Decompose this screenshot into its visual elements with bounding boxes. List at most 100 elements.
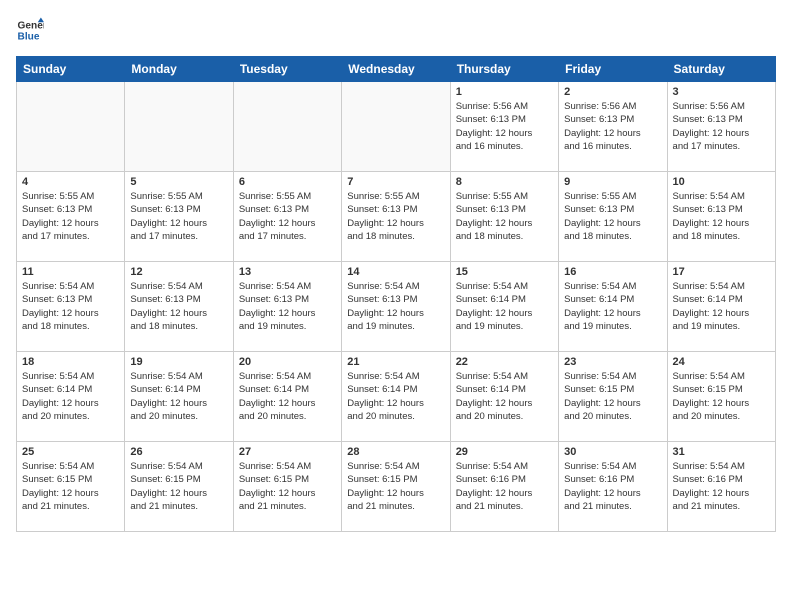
day-info: Sunrise: 5:55 AM Sunset: 6:13 PM Dayligh… (239, 190, 336, 243)
day-number: 9 (564, 176, 661, 188)
day-number: 6 (239, 176, 336, 188)
calendar-day: 6 Sunrise: 5:55 AM Sunset: 6:13 PM Daylig… (233, 172, 341, 262)
day-info: Sunrise: 5:54 AM Sunset: 6:13 PM Dayligh… (130, 280, 227, 333)
svg-text:Blue: Blue (18, 31, 40, 42)
day-info: Sunrise: 5:54 AM Sunset: 6:14 PM Dayligh… (347, 370, 444, 423)
calendar-day: 2Sunrise: 5:56 AM Sunset: 6:13 PM Daylig… (559, 82, 667, 172)
calendar-day: 22Sunrise: 5:54 AM Sunset: 6:14 PM Dayli… (450, 352, 558, 442)
calendar-week-5: 25 Sunrise: 5:54 AM Sunset: 6:15 PM Dayli… (17, 442, 776, 532)
day-number: 11 (22, 266, 119, 278)
day-info: Sunrise: 5:54 AM Sunset: 6:14 PM Dayligh… (673, 280, 770, 333)
day-info: Sunrise: 5:55 AM Sunset: 6:13 PM Dayligh… (130, 190, 227, 243)
day-number: 25 (22, 446, 119, 458)
calendar-day: 30Sunrise: 5:54 AM Sunset: 6:16 PM Dayli… (559, 442, 667, 532)
day-info: Sunrise: 5:55 AM Sunset: 6:13 PM Dayligh… (22, 190, 119, 243)
calendar-header-saturday: Saturday (667, 57, 775, 82)
day-number: 17 (673, 266, 770, 278)
day-info: Sunrise: 5:54 AM Sunset: 6:14 PM Dayligh… (22, 370, 119, 423)
day-info: Sunrise: 5:56 AM Sunset: 6:13 PM Dayligh… (673, 100, 770, 153)
day-number: 13 (239, 266, 336, 278)
day-info: Sunrise: 5:54 AM Sunset: 6:14 PM Dayligh… (564, 280, 661, 333)
day-number: 26 (130, 446, 227, 458)
day-number: 4 (22, 176, 119, 188)
day-number: 19 (130, 356, 227, 368)
calendar-week-1: 1 Sunrise: 5:56 AM Sunset: 6:13 PM Daylig… (17, 82, 776, 172)
calendar-day: 8 Sunrise: 5:55 AM Sunset: 6:13 PM Daylig… (450, 172, 558, 262)
day-number: 5 (130, 176, 227, 188)
calendar-day: 5 Sunrise: 5:55 AM Sunset: 6:13 PM Daylig… (125, 172, 233, 262)
day-number: 27 (239, 446, 336, 458)
day-info: Sunrise: 5:54 AM Sunset: 6:16 PM Dayligh… (456, 460, 553, 513)
calendar-day: 14Sunrise: 5:54 AM Sunset: 6:13 PM Dayli… (342, 262, 450, 352)
day-number: 24 (673, 356, 770, 368)
day-number: 28 (347, 446, 444, 458)
calendar-day: 21 Sunrise: 5:54 AM Sunset: 6:14 PM Dayli… (342, 352, 450, 442)
calendar-day (17, 82, 125, 172)
calendar-day (233, 82, 341, 172)
day-info: Sunrise: 5:54 AM Sunset: 6:15 PM Dayligh… (564, 370, 661, 423)
day-number: 14 (347, 266, 444, 278)
calendar-day: 11 Sunrise: 5:54 AM Sunset: 6:13 PM Dayli… (17, 262, 125, 352)
day-info: Sunrise: 5:55 AM Sunset: 6:13 PM Dayligh… (564, 190, 661, 243)
day-info: Sunrise: 5:54 AM Sunset: 6:13 PM Dayligh… (673, 190, 770, 243)
day-number: 7 (347, 176, 444, 188)
day-info: Sunrise: 5:54 AM Sunset: 6:15 PM Dayligh… (673, 370, 770, 423)
day-info: Sunrise: 5:54 AM Sunset: 6:16 PM Dayligh… (564, 460, 661, 513)
calendar-table: SundayMondayTuesdayWednesdayThursdayFrid… (16, 56, 776, 532)
calendar-week-4: 18 Sunrise: 5:54 AM Sunset: 6:14 PM Dayli… (17, 352, 776, 442)
calendar-day: 23Sunrise: 5:54 AM Sunset: 6:15 PM Dayli… (559, 352, 667, 442)
calendar-day: 7 Sunrise: 5:55 AM Sunset: 6:13 PM Daylig… (342, 172, 450, 262)
day-number: 12 (130, 266, 227, 278)
logo: General Blue (16, 16, 44, 44)
calendar-header-sunday: Sunday (17, 57, 125, 82)
calendar-day: 13 Sunrise: 5:54 AM Sunset: 6:13 PM Dayli… (233, 262, 341, 352)
calendar-header-thursday: Thursday (450, 57, 558, 82)
calendar-day: 3 Sunrise: 5:56 AM Sunset: 6:13 PM Daylig… (667, 82, 775, 172)
day-number: 10 (673, 176, 770, 188)
day-info: Sunrise: 5:55 AM Sunset: 6:13 PM Dayligh… (456, 190, 553, 243)
calendar-day: 26 Sunrise: 5:54 AM Sunset: 6:15 PM Dayli… (125, 442, 233, 532)
day-number: 1 (456, 86, 553, 98)
calendar-day: 18 Sunrise: 5:54 AM Sunset: 6:14 PM Dayli… (17, 352, 125, 442)
page-header: General Blue (16, 16, 776, 44)
day-number: 8 (456, 176, 553, 188)
day-info: Sunrise: 5:55 AM Sunset: 6:13 PM Dayligh… (347, 190, 444, 243)
day-number: 21 (347, 356, 444, 368)
day-info: Sunrise: 5:54 AM Sunset: 6:14 PM Dayligh… (456, 280, 553, 333)
day-number: 15 (456, 266, 553, 278)
calendar-day: 17 Sunrise: 5:54 AM Sunset: 6:14 PM Dayli… (667, 262, 775, 352)
day-info: Sunrise: 5:54 AM Sunset: 6:15 PM Dayligh… (130, 460, 227, 513)
calendar-day: 9 Sunrise: 5:55 AM Sunset: 6:13 PM Daylig… (559, 172, 667, 262)
day-info: Sunrise: 5:54 AM Sunset: 6:15 PM Dayligh… (347, 460, 444, 513)
calendar-day: 19 Sunrise: 5:54 AM Sunset: 6:14 PM Dayli… (125, 352, 233, 442)
day-info: Sunrise: 5:54 AM Sunset: 6:14 PM Dayligh… (239, 370, 336, 423)
day-number: 31 (673, 446, 770, 458)
day-number: 18 (22, 356, 119, 368)
calendar-day (342, 82, 450, 172)
logo-icon: General Blue (16, 16, 44, 44)
calendar-day: 1 Sunrise: 5:56 AM Sunset: 6:13 PM Daylig… (450, 82, 558, 172)
day-info: Sunrise: 5:54 AM Sunset: 6:15 PM Dayligh… (239, 460, 336, 513)
calendar-day: 20 Sunrise: 5:54 AM Sunset: 6:14 PM Dayli… (233, 352, 341, 442)
day-number: 16 (564, 266, 661, 278)
day-info: Sunrise: 5:54 AM Sunset: 6:13 PM Dayligh… (22, 280, 119, 333)
calendar-day (125, 82, 233, 172)
calendar-day: 31Sunrise: 5:54 AM Sunset: 6:16 PM Dayli… (667, 442, 775, 532)
calendar-day: 15 Sunrise: 5:54 AM Sunset: 6:14 PM Dayli… (450, 262, 558, 352)
day-info: Sunrise: 5:54 AM Sunset: 6:14 PM Dayligh… (130, 370, 227, 423)
day-number: 20 (239, 356, 336, 368)
day-info: Sunrise: 5:54 AM Sunset: 6:13 PM Dayligh… (239, 280, 336, 333)
calendar-header-row: SundayMondayTuesdayWednesdayThursdayFrid… (17, 57, 776, 82)
calendar-day: 25Sunrise: 5:54 AM Sunset: 6:15 PM Dayli… (17, 442, 125, 532)
calendar-header-wednesday: Wednesday (342, 57, 450, 82)
calendar-day: 4 Sunrise: 5:55 AM Sunset: 6:13 PM Daylig… (17, 172, 125, 262)
calendar-day: 10 Sunrise: 5:54 AM Sunset: 6:13 PM Dayli… (667, 172, 775, 262)
day-number: 3 (673, 86, 770, 98)
day-number: 29 (456, 446, 553, 458)
calendar-day: 24 Sunrise: 5:54 AM Sunset: 6:15 PM Dayli… (667, 352, 775, 442)
day-info: Sunrise: 5:56 AM Sunset: 6:13 PM Dayligh… (564, 100, 661, 153)
calendar-header-monday: Monday (125, 57, 233, 82)
calendar-day: 29 Sunrise: 5:54 AM Sunset: 6:16 PM Dayli… (450, 442, 558, 532)
day-info: Sunrise: 5:56 AM Sunset: 6:13 PM Dayligh… (456, 100, 553, 153)
calendar-week-2: 4 Sunrise: 5:55 AM Sunset: 6:13 PM Daylig… (17, 172, 776, 262)
